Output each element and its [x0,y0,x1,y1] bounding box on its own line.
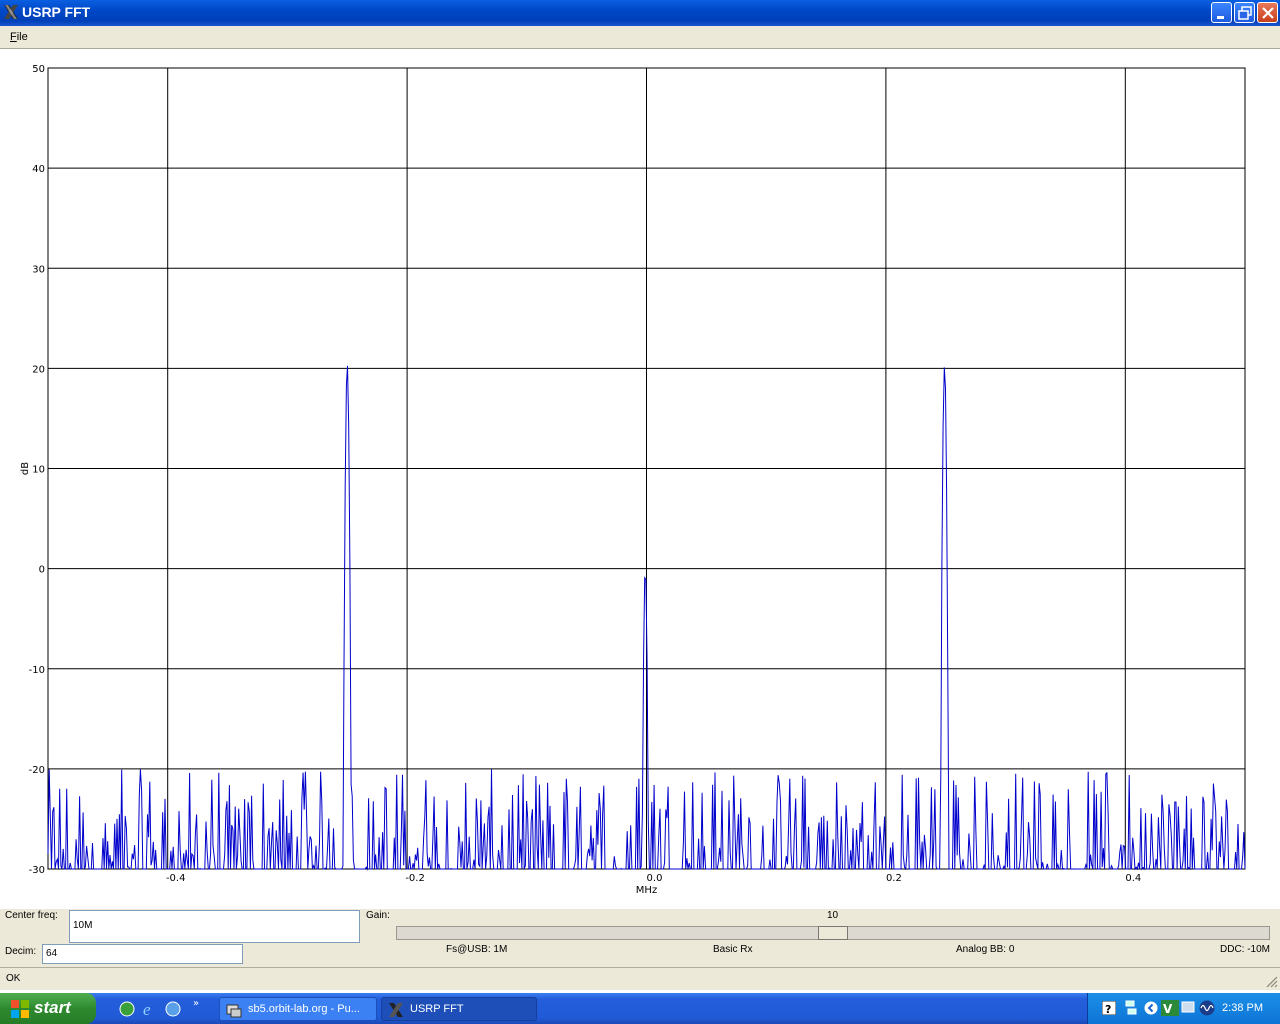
gain-label: Gain: [366,910,390,921]
x11-app-icon [389,1003,403,1017]
minimize-button[interactable] [1211,2,1232,23]
decim-label: Decim: [5,946,37,957]
task-putty[interactable]: sb5.orbit-lab.org - Pu... [219,997,377,1021]
fs-usb-label: Fs@USB: 1M [446,944,508,955]
decim-input[interactable]: 64 [42,944,243,964]
start-button[interactable]: start [0,993,96,1024]
quicklaunch-refresh-icon[interactable] [118,1000,136,1018]
title-bar: USRP FFT [0,0,1280,26]
center-freq-label: Center freq: [5,910,58,921]
close-icon [1262,7,1274,19]
restore-button[interactable] [1234,2,1255,23]
svg-text:?: ? [1105,1003,1111,1015]
y-tick-label: 20 [32,364,45,375]
audio-wave-icon[interactable] [1199,1000,1215,1016]
gain-value: 10 [827,910,839,921]
tray-collapse-icon[interactable] [1144,1001,1158,1015]
putty-icon [226,1004,242,1018]
quicklaunch-more-icon[interactable]: » [193,998,199,1009]
y-tick-label: -30 [29,865,45,876]
gain-slider-thumb[interactable] [818,926,848,940]
x-tick-label: 0.4 [1125,873,1141,884]
center-freq-input[interactable]: 10M [69,910,360,943]
minimize-icon [1217,16,1224,19]
fft-chart: 50 40 30 20 10 0 -10 -20 -30 -0.4 -0.2 0.0 0.2 0.4 MHz… [20,64,1246,896]
quicklaunch-app-icon[interactable] [164,1000,182,1018]
menu-bar: File [0,26,1280,49]
taskbar: start e » sb5.orbit-lab.org - Pu... USRP… [0,993,1280,1024]
y-tick-label: -10 [29,665,45,676]
x-tick-label: -0.2 [405,873,425,884]
help-icon[interactable]: ? [1102,1001,1116,1015]
window-title: USRP FFT [22,4,91,20]
y-tick-label: 30 [32,264,45,275]
svg-text:e: e [143,1000,151,1018]
system-tray: ? V 2:38 PM [1087,993,1280,1024]
x-tick-label: 0.2 [886,873,902,884]
clock: 2:38 PM [1222,1002,1263,1014]
x-axis-label: MHz [636,885,657,896]
y-tick-label: 40 [32,164,45,175]
y-tick-label: 10 [32,465,45,476]
x-tick-label: 0.0 [647,873,663,884]
resize-grip-icon[interactable] [1264,974,1278,988]
rx-label: Basic Rx [713,944,753,955]
y-tick-label: -20 [29,765,45,776]
restore-icon [1238,6,1252,20]
x11-app-icon [4,5,18,19]
status-bar: OK [0,967,1280,990]
y-axis-label: dB [20,462,31,475]
task-usrp-fft[interactable]: USRP FFT [381,997,537,1021]
status-text: OK [6,973,21,984]
internet-explorer-icon[interactable]: e [141,1000,159,1018]
y-tick-label: 50 [32,64,45,75]
windows-logo-icon [11,1000,29,1018]
controls-panel: Center freq: 10M Gain: 10 Decim: 64 Fs@U… [0,909,1280,967]
svg-text:V: V [1163,1002,1173,1016]
fft-plot-area: 50 40 30 20 10 0 -10 -20 -30 -0.4 -0.2 0.0 0.2 0.4 MHz… [0,49,1280,909]
task-usrp-fft-label: USRP FFT [410,1003,464,1015]
task-putty-label: sb5.orbit-lab.org - Pu... [248,1003,360,1015]
x-tick-label: -0.4 [166,873,186,884]
connection-icon[interactable] [1180,1000,1196,1016]
menu-file[interactable]: File [10,31,28,43]
network-icon[interactable] [1125,1000,1137,1016]
ddc-label: DDC: -10M [1220,944,1271,955]
vnc-icon[interactable]: V [1161,1000,1179,1016]
close-button[interactable] [1257,2,1278,23]
start-label: start [34,998,71,1017]
y-tick-label: 0 [39,565,45,576]
analog-bb-label: Analog BB: 0 [956,944,1015,955]
